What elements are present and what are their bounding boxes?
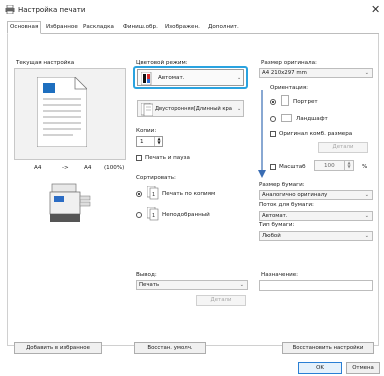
current-settings-label: Текущая настройка — [16, 60, 75, 66]
color-mode-select[interactable]: Автомат. ⌄ — [137, 69, 244, 86]
size-from: A4 — [34, 165, 42, 171]
paper-type-value: Любой — [262, 233, 281, 239]
uncollated-icon: 1 — [147, 207, 159, 221]
restore-default-button[interactable]: Восстан. умолч. — [134, 342, 206, 354]
page-preview-icon — [37, 77, 87, 147]
paper-tray-label: Поток для бумаги: — [259, 202, 314, 208]
tab-basic[interactable]: Основная — [7, 21, 42, 34]
destination-field[interactable] — [259, 280, 373, 291]
svg-text:1: 1 — [152, 213, 155, 219]
print-pause-label: Печать и пауза — [145, 155, 190, 161]
original-size-value: A4 210x297 mm — [262, 70, 307, 76]
destination-label: Назначение: — [261, 272, 299, 278]
close-icon[interactable]: ✕ — [371, 3, 380, 16]
spin-arrows-icon[interactable]: ▲ ▼ — [154, 137, 163, 146]
tab-image[interactable]: Изображен. — [163, 22, 202, 34]
landscape-icon — [281, 114, 292, 122]
paper-size-label: Размер бумаги: — [259, 182, 305, 188]
duplex-value: Двусторонняя[Длинный кра — [155, 106, 232, 112]
paper-tray-value: Автомат. — [262, 213, 288, 219]
cancel-button[interactable]: Отмена — [346, 362, 380, 374]
chevron-down-icon: ⌄ — [364, 233, 369, 239]
original-size-label: Размер оригинала: — [261, 60, 317, 66]
printer-icon — [5, 4, 15, 15]
sorting-label: Сортировать: — [136, 175, 176, 181]
printer-device-icon — [49, 183, 91, 222]
landscape-label: Ландшафт — [296, 116, 328, 122]
tab-finishing[interactable]: Финиш.обр. — [121, 22, 160, 34]
portrait-label: Портрет — [293, 99, 318, 105]
tab-advanced[interactable]: Дополнит. — [206, 22, 241, 34]
window-title: Настройка печати — [18, 6, 86, 14]
output-value: Печать — [139, 282, 160, 288]
sort-collated-radio[interactable] — [136, 191, 142, 197]
copies-stepper[interactable]: 1 ▲ ▼ — [136, 136, 163, 147]
mixed-sizes-checkbox[interactable] — [270, 131, 276, 137]
scale-stepper[interactable]: 100 ▲ ▼ — [314, 160, 354, 171]
spin-arrows-icon[interactable]: ▲ ▼ — [344, 161, 353, 170]
scale-checkbox[interactable] — [270, 164, 276, 170]
collated-icon: 1 — [147, 186, 159, 200]
ok-button[interactable]: OK — [298, 362, 342, 374]
mixed-sizes-label: Оригинал комб. размера — [279, 131, 353, 137]
size-to: A4 — [84, 165, 92, 171]
flow-arrow-icon — [258, 90, 266, 178]
portrait-icon — [281, 95, 289, 106]
output-label: Вывод: — [136, 272, 157, 278]
paper-tray-select[interactable]: Автомат. ⌄ — [259, 211, 373, 221]
tab-layout[interactable]: Раскладка — [81, 22, 116, 34]
original-size-select[interactable]: A4 210x297 mm ⌄ — [259, 68, 373, 78]
copies-value: 1 — [140, 139, 144, 145]
restore-settings-button[interactable]: Восстановить настройки — [282, 342, 374, 354]
tab-favorites[interactable]: Избранное — [44, 22, 80, 34]
chevron-down-icon: ⌄ — [239, 282, 244, 288]
paper-size-select[interactable]: Аналогично оригиналу ⌄ — [259, 190, 373, 200]
color-mode-icon — [141, 72, 152, 85]
mixed-sizes-details-button[interactable]: Детали — [318, 142, 368, 153]
svg-text:1: 1 — [152, 192, 155, 198]
sort-uncollated-radio[interactable] — [136, 212, 142, 218]
landscape-radio[interactable] — [270, 116, 276, 122]
preview-box — [14, 68, 126, 160]
sort-collated-label: Печать по копиям — [162, 191, 216, 197]
paper-size-value: Аналогично оригиналу — [262, 192, 328, 198]
orientation-label: Ориентация: — [270, 85, 309, 91]
zoom-percent: (100%) — [104, 165, 125, 171]
scale-label: Масштаб — [279, 164, 306, 170]
color-mode-value: Автомат. — [158, 75, 185, 81]
chevron-down-icon: ⌄ — [364, 213, 369, 219]
tab-strip: Основная Избранное Раскладка Финиш.обр. … — [7, 21, 379, 34]
scale-value: 100 — [324, 163, 335, 169]
add-favorite-button[interactable]: Добавить в избранное — [14, 342, 102, 354]
copies-label: Копии: — [136, 128, 157, 134]
size-arrow: -> — [62, 165, 69, 171]
paper-type-label: Тип бумаги: — [259, 222, 295, 228]
scale-unit: % — [362, 164, 368, 170]
print-pause-checkbox[interactable] — [136, 155, 142, 161]
duplex-icon — [141, 103, 153, 116]
chevron-down-icon: ⌄ — [237, 75, 242, 81]
output-details-button[interactable]: Детали — [196, 295, 246, 306]
paper-type-select[interactable]: Любой ⌄ — [259, 231, 373, 241]
chevron-down-icon: ⌄ — [237, 106, 242, 112]
output-select[interactable]: Печать ⌄ — [136, 280, 248, 290]
duplex-select[interactable]: Двусторонняя[Длинный кра ⌄ — [137, 100, 244, 117]
sort-uncollated-label: Неподобранный — [162, 212, 210, 218]
chevron-down-icon: ⌄ — [364, 192, 369, 198]
chevron-down-icon: ⌄ — [364, 70, 369, 76]
portrait-radio[interactable] — [270, 99, 276, 105]
